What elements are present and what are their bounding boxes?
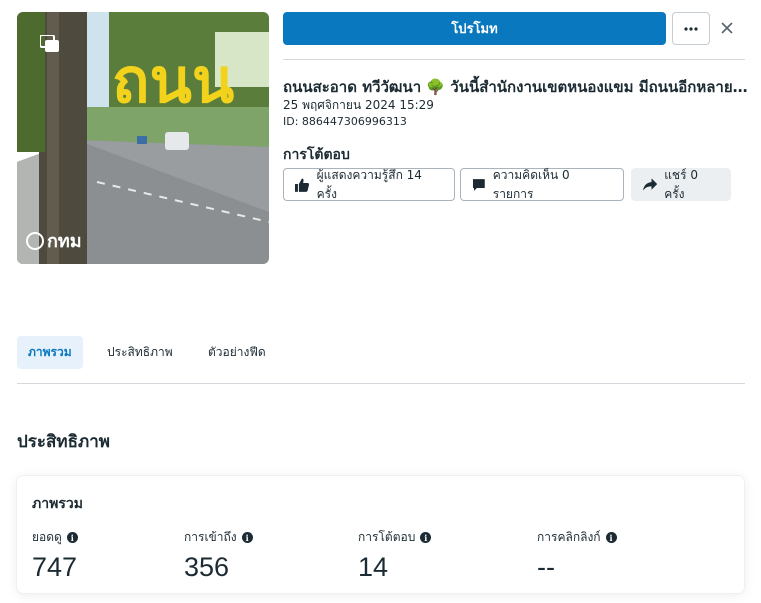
info-icon[interactable]: i — [241, 532, 253, 543]
watermark-logo: กทม — [26, 226, 82, 255]
metric-value: 356 — [184, 552, 230, 582]
watermark-text: กทม — [47, 231, 82, 252]
info-icon[interactable]: i — [66, 532, 78, 543]
metric-label: ยอดดู — [32, 530, 62, 544]
more-options-button[interactable] — [672, 12, 710, 45]
sign-text: ถนน — [112, 44, 234, 117]
post-thumbnail[interactable]: ถนน กทม — [17, 12, 269, 264]
reactions-label: ผู้แสดงความรู้สึก 14 ครั้ง — [316, 167, 422, 201]
tab-feed-preview[interactable]: ตัวอย่างฟีด — [197, 336, 277, 369]
comments-label: ความคิดเห็น 0 รายการ — [492, 167, 570, 201]
comments-button[interactable]: ความคิดเห็น 0 รายการ — [460, 168, 624, 201]
tab-performance[interactable]: ประสิทธิภาพ — [96, 336, 184, 369]
share-icon — [643, 178, 658, 191]
metric-label: การเข้าถึง — [184, 530, 237, 544]
card-title: ภาพรวม — [32, 496, 83, 512]
tab-divider — [17, 383, 745, 384]
metric-value: 747 — [32, 552, 78, 582]
metric-views: ยอดดู i 747 — [32, 528, 78, 583]
promote-button[interactable]: โปรโมท — [283, 12, 666, 45]
tab-overview[interactable]: ภาพรวม — [17, 336, 83, 369]
metric-label: การคลิกลิงก์ — [537, 530, 601, 544]
multiple-photos-icon — [40, 35, 60, 53]
metric-label: การโต้ตอบ — [358, 530, 416, 544]
info-icon[interactable]: i — [420, 532, 432, 543]
metric-value: -- — [537, 552, 555, 582]
overview-card: ภาพรวม ยอดดู i 747 การเข้าถึง i 356 การโต้… — [17, 476, 744, 593]
post-date: 25 พฤศจิกายน 2024 15:29 — [283, 98, 434, 112]
info-icon[interactable]: i — [605, 532, 617, 543]
close-button[interactable] — [716, 17, 738, 39]
thumbs-up-icon — [295, 178, 310, 192]
post-id: ID: 886447306996313 — [283, 115, 407, 128]
divider — [283, 59, 745, 60]
reactions-button[interactable]: ผู้แสดงความรู้สึก 14 ครั้ง — [283, 168, 455, 201]
metric-interactions: การโต้ตอบ i 14 — [358, 528, 432, 583]
ellipsis-icon — [684, 26, 698, 31]
metric-reach: การเข้าถึง i 356 — [184, 528, 253, 583]
interactions-heading: การโต้ตอบ — [283, 147, 350, 163]
seal-icon — [26, 231, 44, 250]
metric-value: 14 — [358, 552, 389, 582]
metric-link-clicks: การคลิกลิงก์ i -- — [537, 528, 617, 583]
close-icon — [721, 22, 733, 34]
shares-button[interactable]: แชร์ 0 ครั้ง — [631, 168, 731, 201]
comment-icon — [472, 178, 485, 191]
shares-label: แชร์ 0 ครั้ง — [664, 167, 698, 201]
section-title: ประสิทธิภาพ — [17, 432, 110, 452]
